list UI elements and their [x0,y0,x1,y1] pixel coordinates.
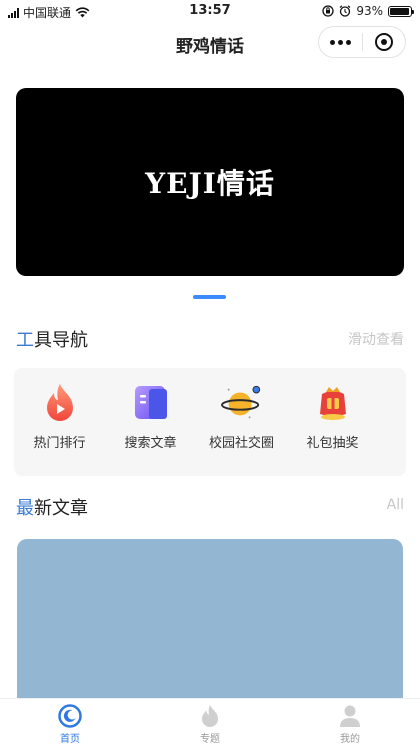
alarm-icon [339,5,351,17]
tools-section-title: 工具导航 [16,330,88,351]
tools-title-accent: 工 [16,330,34,351]
more-dots-icon [329,39,351,45]
close-mini-program-button[interactable] [363,27,406,57]
tools-nav: 热门排行 搜索文章 校园社交圈 礼包抽奖 [14,368,406,476]
tab-bar: 首页 专题 我的 [0,698,420,747]
tool-campus-social[interactable]: 校园社交圈 [196,368,287,476]
swipe-to-view-link[interactable]: 滑动查看 [348,329,404,349]
fire-icon [39,382,81,424]
nav-bar: 野鸡情话 [0,22,420,64]
articles-title-accent: 最 [16,498,34,519]
articles-title-rest: 新文章 [34,498,88,519]
gift-bag-icon [312,382,354,424]
more-button[interactable] [319,27,362,57]
planet-icon [220,382,263,424]
tab-home[interactable]: 首页 [0,699,140,747]
tool-label: 热门排行 [33,436,86,451]
mini-program-capsule [318,26,406,58]
tool-search-articles[interactable]: 搜索文章 [105,368,196,476]
home-icon [57,704,83,728]
tab-label: 首页 [60,734,80,745]
fire-icon [197,704,223,728]
tab-label: 我的 [340,734,360,745]
battery-icon [388,5,414,17]
target-icon [374,33,393,51]
view-all-link[interactable]: All [387,497,404,513]
tool-label: 礼包抽奖 [306,436,359,451]
status-right: 93% [322,4,414,18]
tools-title-rest: 具导航 [34,330,88,351]
tab-mine[interactable]: 我的 [280,699,420,747]
tab-label: 专题 [200,734,220,745]
latest-article-card[interactable] [17,539,403,698]
banner-text: YEJI情话 [145,167,275,200]
swiper-indicator [193,295,226,299]
articles-section-title: 最新文章 [16,498,88,519]
orientation-lock-icon [322,5,334,17]
battery-fill [390,7,409,15]
book-icon [130,382,172,424]
battery-percent: 93% [356,4,383,18]
banner-swiper[interactable]: YEJI情话 [16,88,404,276]
tool-label: 搜索文章 [124,436,177,451]
articles-section-header: 最新文章 All [16,494,404,519]
user-icon [337,704,363,728]
status-bar: 中国联通 13:57 93% [0,0,420,22]
tab-topics[interactable]: 专题 [140,699,280,747]
tool-gift-lottery[interactable]: 礼包抽奖 [287,368,378,476]
tools-section-header: 工具导航 滑动查看 [16,326,404,351]
tool-label: 校园社交圈 [208,436,274,451]
tool-hot-ranking[interactable]: 热门排行 [14,368,105,476]
